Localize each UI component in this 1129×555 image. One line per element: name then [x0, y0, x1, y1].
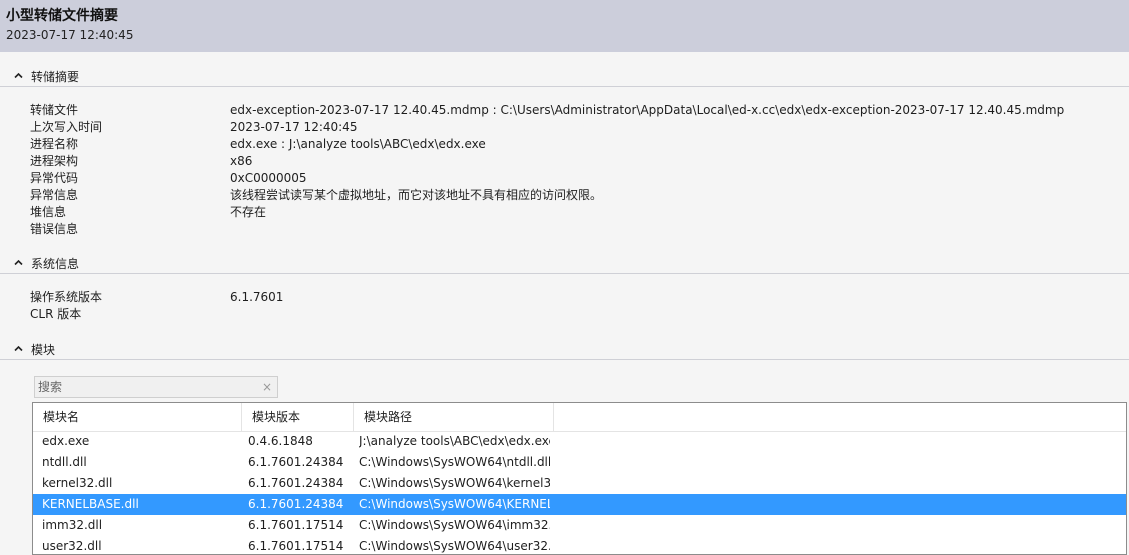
info-row: 进程架构 x86 [30, 153, 1120, 170]
module-path-cell: C:\Windows\SysWOW64\kernel32.dll [359, 476, 550, 490]
info-row: 堆信息 不存在 [30, 204, 1120, 221]
info-value: edx-exception-2023-07-17 12.40.45.mdmp :… [230, 103, 1065, 117]
module-name-cell: imm32.dll [42, 518, 103, 532]
info-value: x86 [230, 154, 253, 168]
info-row: 操作系统版本 6.1.7601 [30, 289, 1120, 306]
page-timestamp: 2023-07-17 12:40:45 [6, 28, 134, 42]
module-name-cell: kernel32.dll [42, 476, 113, 490]
table-row[interactable]: imm32.dll 6.1.7601.17514 C:\Windows\SysWOW… [33, 515, 1126, 536]
info-key: 操作系统版本 [30, 290, 103, 304]
chevron-up-icon[interactable] [14, 71, 23, 80]
module-path-cell: C:\Windows\SysWOW64\imm32.dll [359, 518, 550, 532]
close-icon[interactable]: × [262, 380, 272, 394]
title-bar: 小型转储文件摘要 2023-07-17 12:40:45 [0, 0, 1129, 52]
section-divider [0, 86, 1129, 87]
table-row[interactable]: kernel32.dll 6.1.7601.24384 C:\Windows\Sys… [33, 473, 1126, 494]
table-header: 模块名 模块版本 模块路径 [33, 403, 1126, 432]
table-row[interactable]: edx.exe 0.4.6.1848 J:\analyze tools\ABC\ed… [33, 431, 1126, 452]
section-divider [0, 359, 1129, 360]
module-path-cell: J:\analyze tools\ABC\edx\edx.exe [359, 434, 550, 448]
module-version-cell: 6.1.7601.17514 [248, 539, 344, 553]
page-title: 小型转储文件摘要 [6, 8, 118, 24]
module-name-cell: KERNELBASE.dll [42, 497, 139, 511]
info-row: 转储文件 edx-exception-2023-07-17 12.40.45.md… [30, 102, 1120, 119]
info-row: 进程名称 edx.exe : J:\analyze tools\ABC\edx\e… [30, 136, 1120, 153]
chevron-up-icon[interactable] [14, 344, 23, 353]
module-version-cell: 6.1.7601.24384 [248, 497, 344, 511]
info-value: 6.1.7601 [230, 290, 284, 304]
info-key: 进程名称 [30, 137, 79, 151]
info-value: 0xC0000005 [230, 171, 307, 185]
module-search-input[interactable] [38, 379, 258, 395]
table-row[interactable]: ntdll.dll 6.1.7601.24384 C:\Windows\SysWOW… [33, 452, 1126, 473]
column-header-module-path[interactable]: 模块路径 [354, 403, 554, 431]
module-path-cell: C:\Windows\SysWOW64\user32.dll [359, 539, 550, 553]
info-row: 错误信息 [30, 221, 1120, 238]
info-row: 上次写入时间 2023-07-17 12:40:45 [30, 119, 1120, 136]
table-row[interactable]: user32.dll 6.1.7601.17514 C:\Windows\SysWO… [33, 536, 1126, 554]
table-row[interactable]: KERNELBASE.dll 6.1.7601.24384 C:\Windows\S… [33, 494, 1126, 515]
module-version-cell: 0.4.6.1848 [248, 434, 313, 448]
section-system-info-header[interactable]: 系统信息 [0, 253, 1129, 274]
info-key: 进程架构 [30, 154, 79, 168]
info-row: 异常代码 0xC0000005 [30, 170, 1120, 187]
section-dump-summary-header[interactable]: 转储摘要 [0, 66, 1129, 87]
info-value: edx.exe : J:\analyze tools\ABC\edx\edx.e… [230, 137, 486, 151]
chevron-up-icon[interactable] [14, 258, 23, 267]
module-version-cell: 6.1.7601.17514 [248, 518, 344, 532]
info-value: 2023-07-17 12:40:45 [230, 120, 358, 134]
section-label: 模块 [31, 343, 56, 357]
module-path-cell: C:\Windows\SysWOW64\ntdll.dll [359, 455, 550, 469]
info-key: CLR 版本 [30, 307, 82, 321]
section-modules-header[interactable]: 模块 [0, 339, 1129, 360]
module-version-cell: 6.1.7601.24384 [248, 455, 344, 469]
info-value: 该线程尝试读写某个虚拟地址，而它对该地址不具有相应的访问权限。 [230, 188, 603, 202]
column-header-module-name[interactable]: 模块名 [33, 403, 242, 431]
info-row: CLR 版本 [30, 306, 1120, 323]
info-key: 错误信息 [30, 222, 79, 236]
info-key: 堆信息 [30, 205, 67, 219]
section-label: 系统信息 [31, 257, 80, 271]
module-name-cell: user32.dll [42, 539, 102, 553]
info-key: 上次写入时间 [30, 120, 103, 134]
info-key: 转储文件 [30, 103, 79, 117]
module-path-cell: C:\Windows\SysWOW64\KERNELBASE.dll [359, 497, 550, 511]
info-key: 异常代码 [30, 171, 79, 185]
column-header-module-version[interactable]: 模块版本 [242, 403, 354, 431]
module-name-cell: edx.exe [42, 434, 90, 448]
info-row: 异常信息 该线程尝试读写某个虚拟地址，而它对该地址不具有相应的访问权限。 [30, 187, 1120, 204]
info-key: 异常信息 [30, 188, 79, 202]
section-label: 转储摘要 [31, 70, 80, 84]
module-version-cell: 6.1.7601.24384 [248, 476, 344, 490]
module-name-cell: ntdll.dll [42, 455, 87, 469]
modules-table[interactable]: 模块名 模块版本 模块路径 edx.exe 0.4.6.1848 J:\analyz… [32, 402, 1127, 555]
section-divider [0, 273, 1129, 274]
module-search-box: × [34, 376, 278, 398]
info-value: 不存在 [230, 205, 267, 219]
